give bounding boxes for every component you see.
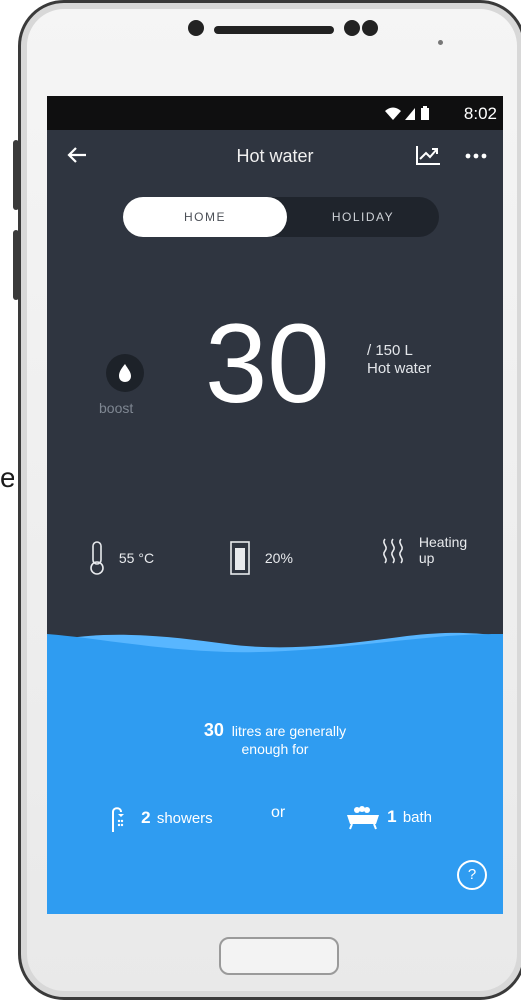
mode-holiday-tab[interactable]: HOLIDAY (287, 197, 439, 237)
flame-icon (119, 364, 131, 382)
sensor-dot-2 (362, 20, 378, 36)
tank-icon (230, 541, 250, 575)
sensor-dot-1 (344, 20, 360, 36)
heating-state-stat: Heating up (379, 534, 467, 566)
capacity-value: / 150 L (367, 342, 413, 359)
bath-usage: 1 bath (345, 804, 432, 830)
bath-count: 1 (387, 807, 397, 826)
more-dots-icon[interactable] (465, 140, 487, 166)
bathtub-icon (347, 806, 379, 830)
bath-label: bath (402, 808, 433, 826)
app-header: Hot water (47, 130, 503, 182)
showers-count: 2 (141, 808, 151, 827)
thermometer-icon (90, 541, 104, 575)
signal-battery-icon (383, 105, 439, 124)
tank-level-stat: 20% (229, 540, 293, 576)
heating-state-text: Heating up (419, 534, 467, 566)
heat-waves-icon (383, 538, 403, 564)
capacity-info: / 150 L Hot water (367, 342, 431, 378)
boost-label: boost (99, 400, 134, 416)
water-wave (47, 632, 503, 914)
front-camera-dot (188, 20, 204, 36)
mode-toggle: HOME HOLIDAY (123, 197, 439, 237)
side-button-lower (13, 230, 19, 300)
help-question-icon[interactable]: ? (457, 860, 487, 890)
side-button (13, 140, 19, 210)
usage-text-line2: enough for (241, 741, 309, 757)
proximity-dot (438, 40, 443, 45)
mode-home-tab[interactable]: HOME (123, 197, 287, 237)
temperature-stat: 55 °C (85, 540, 154, 576)
showers-label: showers (156, 809, 213, 827)
hardware-home-button[interactable] (219, 937, 339, 975)
tank-level-value: 20% (264, 550, 293, 566)
temperature-value: 55 °C (118, 550, 155, 566)
heating-state-line1: Heating (418, 534, 468, 550)
heating-state-line2: up (418, 550, 435, 566)
app-screen: 8:02 Hot water HOME HOLIDAY boost 30 / 1… (47, 96, 503, 914)
speaker-grille (214, 26, 334, 34)
usage-litres: 30 (203, 720, 224, 740)
shower-icon (112, 807, 124, 832)
boost-button[interactable] (106, 354, 144, 392)
status-time: 8:02 (463, 104, 497, 123)
hot-water-litres: 30 (205, 301, 330, 426)
clipped-text-fragment: e (0, 462, 14, 493)
usage-text-line1: litres are generally (231, 723, 347, 739)
usage-summary: 30 litres are generally enough for (47, 721, 503, 758)
or-label: or (271, 804, 286, 821)
status-bar: 8:02 (47, 96, 503, 130)
trend-chart-icon[interactable] (415, 144, 441, 166)
showers-usage: 2 showers (109, 804, 213, 832)
capacity-label: Hot water (367, 360, 432, 377)
